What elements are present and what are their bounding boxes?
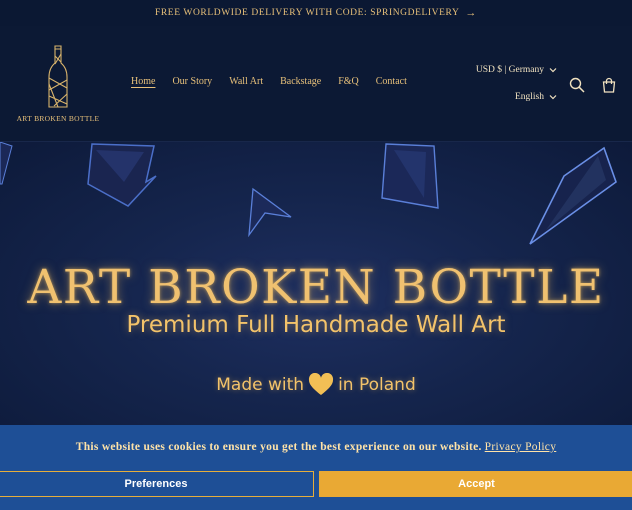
- hero-banner[interactable]: ART BROKEN BOTTLE Premium Full Handmade …: [0, 142, 632, 432]
- search-icon[interactable]: [568, 76, 586, 94]
- currency-label: USD $ | Germany: [475, 65, 544, 75]
- language-selector[interactable]: English: [515, 92, 557, 102]
- heart-icon: [309, 373, 334, 395]
- logo[interactable]: ART BROKEN BOTTLE: [16, 44, 100, 123]
- glass-shard: [381, 143, 439, 209]
- arrow-right-icon: →: [465, 7, 478, 19]
- nav-home[interactable]: Home: [131, 76, 155, 87]
- announcement-bar[interactable]: FREE WORLDWIDE DELIVERY WITH CODE: SPRIN…: [0, 0, 632, 26]
- nav-wall-art[interactable]: Wall Art: [229, 76, 263, 87]
- logo-text: ART BROKEN BOTTLE: [16, 114, 100, 123]
- hero-tagline: Made with in Poland: [0, 373, 632, 397]
- nav-contact[interactable]: Contact: [376, 76, 407, 87]
- announcement-text: FREE WORLDWIDE DELIVERY WITH CODE: SPRIN…: [154, 8, 460, 18]
- bottle-logo-icon: [48, 45, 68, 108]
- glass-shard: [87, 143, 157, 207]
- hero-subtitle: Premium Full Handmade Wall Art: [126, 312, 506, 338]
- nav-faq[interactable]: F&Q: [338, 76, 359, 87]
- cookie-message-text: This website uses cookies to ensure you …: [75, 441, 482, 453]
- chevron-down-icon: [549, 95, 557, 100]
- glass-shard: [529, 146, 617, 245]
- nav-our-story[interactable]: Our Story: [172, 76, 212, 87]
- hero-title: ART BROKEN BOTTLE: [27, 260, 605, 315]
- chevron-down-icon: [549, 68, 557, 73]
- language-label: English: [514, 92, 544, 102]
- nav-backstage[interactable]: Backstage: [280, 76, 321, 87]
- glass-shard: [0, 142, 13, 185]
- main-nav: Home Our Story Wall Art Backstage F&Q Co…: [131, 76, 407, 87]
- preferences-button[interactable]: Preferences: [0, 471, 314, 497]
- glass-shard: [248, 187, 292, 237]
- tagline-before: Made with: [216, 375, 305, 395]
- tagline-after: in Poland: [338, 375, 416, 395]
- cookie-banner: This website uses cookies to ensure you …: [0, 425, 632, 510]
- cookie-message: This website uses cookies to ensure you …: [0, 441, 632, 453]
- site-header: ART BROKEN BOTTLE Home Our Story Wall Ar…: [0, 26, 632, 142]
- privacy-policy-link[interactable]: Privacy Policy: [485, 441, 557, 453]
- accept-button[interactable]: Accept: [319, 471, 632, 497]
- currency-selector[interactable]: USD $ | Germany: [476, 65, 557, 75]
- cart-icon[interactable]: [600, 76, 618, 94]
